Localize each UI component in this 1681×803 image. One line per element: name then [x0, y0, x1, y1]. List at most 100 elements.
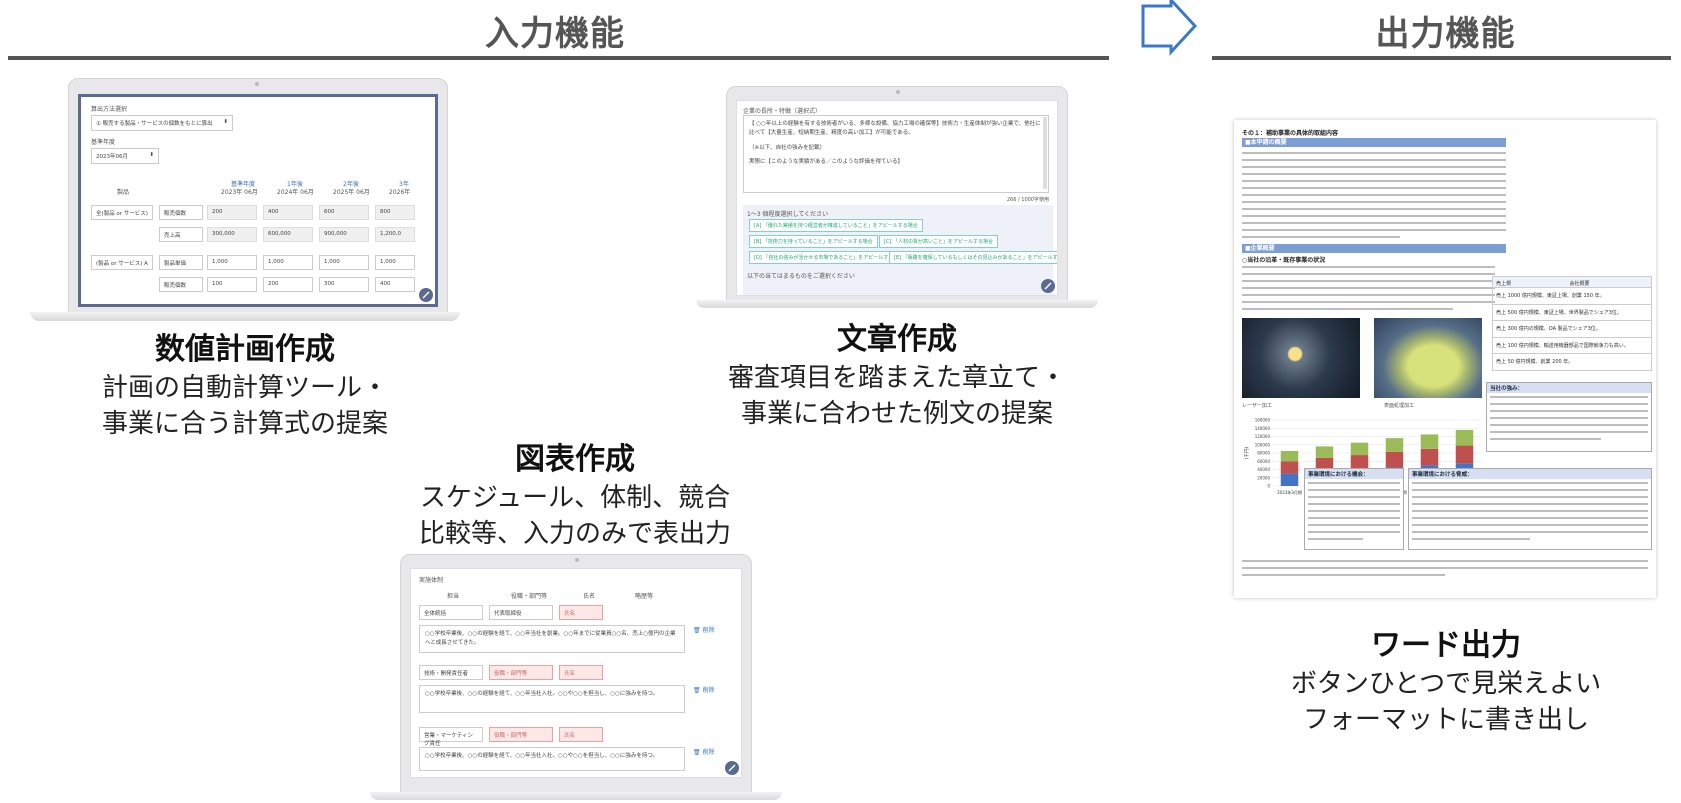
row0-val0[interactable]: 200: [207, 205, 257, 220]
row2-val1[interactable]: 1,000: [263, 255, 313, 270]
method-label: 算出方法選択: [91, 106, 128, 113]
chart-creation-desc-2: 比較等、入力のみで表出力: [418, 519, 731, 549]
row3-val1[interactable]: 200: [263, 277, 313, 292]
strength-heading: 当社の強み：: [1487, 383, 1651, 393]
row0-metric: 販売個数: [159, 205, 203, 220]
row0-name-input[interactable]: 氏名: [559, 605, 603, 620]
chart-creation-title: 図表作成: [515, 442, 635, 477]
opportunity-heading: 事業環境における機会：: [1305, 469, 1403, 479]
row2-name-input[interactable]: 氏名: [559, 727, 603, 742]
bar-segment: [1280, 473, 1299, 486]
col-pos: 役職・部門等: [511, 593, 548, 600]
zoom-icon[interactable]: [1041, 279, 1055, 293]
text-body-2: （※以下、自社の強みを記載）: [749, 144, 826, 151]
y-tick-label: 0: [1267, 484, 1270, 489]
zoom-icon[interactable]: [725, 761, 739, 775]
word-document-preview: その１：補助事業の具体的取組内容 ■本申請の概要 ■企業概要 ○当社の沿革・既存…: [1234, 120, 1656, 598]
row1-pos-input[interactable]: 役職・部門等: [489, 665, 553, 680]
row1-delete-button[interactable]: 🗑 削除: [693, 685, 715, 694]
row0-delete-button[interactable]: 🗑 削除: [693, 625, 715, 634]
year-select[interactable]: 2023年06月 ⬍: [91, 148, 159, 164]
right-arrow-icon: [1141, 0, 1198, 56]
row0-val3[interactable]: 800: [375, 205, 415, 220]
row1-val0: 300,000: [207, 227, 257, 242]
choice-chip-c[interactable]: [C] 「人材の質が高いこと」をアピールする場合: [879, 235, 998, 248]
choice-chip-a[interactable]: [A] 「優れた実績を持つ経営者が推進していること」をアピールする場合: [749, 219, 923, 232]
row0-name[interactable]: 全(製品 or サービス): [91, 205, 153, 220]
row2-val2[interactable]: 1,000: [319, 255, 369, 270]
company-table: 売上規 会社概要 売上 1000 億円規模、東証上場、創業 150 年。 売上 5…: [1492, 276, 1652, 371]
choose-label: 1〜3 個程度選択してください: [747, 211, 829, 218]
choice-chip-e[interactable]: [E] 「販路を確保しているもしくはその見込みがあること」をアピールする場合: [889, 251, 1057, 264]
row0-pos[interactable]: 代表取締役: [489, 605, 553, 620]
col-year-0: 2023年 06月: [221, 189, 258, 196]
output-divider: [1212, 56, 1671, 60]
method-select[interactable]: ① 販売する製品・サービスの個数をもとに算出 ⬍: [91, 115, 233, 131]
threat-lines: [1412, 482, 1648, 540]
row2-name[interactable]: (製品 or サービス) A: [91, 255, 153, 270]
chart-creation-desc-1: スケジュール、体制、競合: [419, 483, 731, 513]
char-counter: 266 / 1000字使用: [1006, 197, 1049, 203]
text-writing-desc-2: 事業に合わせた例文の提案: [740, 399, 1053, 429]
row3-val3[interactable]: 400: [375, 277, 415, 292]
col-bio: 略歴等: [635, 593, 654, 600]
row3-val2[interactable]: 300: [319, 277, 369, 292]
row1-val2: 900,000: [319, 227, 369, 242]
row1-metric: 売上高: [159, 227, 203, 242]
row0-val2[interactable]: 600: [319, 205, 369, 220]
word-output-feature: ワード出力 ボタンひとつで見栄えよい フォーマットに書き出し: [1236, 626, 1656, 738]
row1-bio[interactable]: ○○学校卒業後、○○の経験を経て、○○年当社入社。○○や○○を担当し、○○に強み…: [419, 685, 685, 713]
input-section-title: 入力機能: [485, 14, 625, 54]
row0-bio[interactable]: ○○学校卒業後、○○の経験を経て、○○年当社を創業。○○年までに従業員○○名、売…: [419, 625, 685, 653]
row3-val0[interactable]: 100: [207, 277, 257, 292]
delete-label: 削除: [702, 687, 715, 694]
row2-pos-input[interactable]: 役職・部門等: [489, 727, 553, 742]
bar-segment: [1455, 429, 1474, 446]
bar-segment: [1420, 448, 1439, 466]
row2-val0[interactable]: 1,000: [207, 255, 257, 270]
structure-heading: 実施体制: [419, 577, 444, 584]
doc-body-3: [1242, 560, 1648, 581]
text-writing-desc-1: 審査項目を踏まえた章立て・: [727, 363, 1066, 393]
row2-delete-button[interactable]: 🗑 削除: [693, 747, 715, 756]
row2-val3[interactable]: 1,000: [375, 255, 415, 270]
bar-segment: [1455, 445, 1474, 464]
row2-bio[interactable]: ○○学校卒業後、○○の経験を経て、○○年当社入社。○○や○○を担当し、○○に強み…: [419, 747, 685, 771]
doc-body-2: [1242, 266, 1506, 315]
table-row: 売上 300 億円の規模、OA 製品でシェア3位。: [1492, 321, 1652, 338]
threat-heading: 事業環境における脅威：: [1409, 469, 1651, 479]
y-tick-label: 20000: [1257, 475, 1270, 480]
row0-role[interactable]: 全体統括: [419, 605, 483, 620]
y-tick-label: 140000: [1255, 426, 1271, 431]
text-body-3: 実際に【このような実績がある／このような評価を得ている】: [749, 159, 904, 166]
row2-metric: 製品単価: [159, 255, 203, 270]
text-heading: 企業の長所・特徴（選択式）: [743, 108, 822, 115]
editor-scrollbar[interactable]: [1043, 117, 1047, 189]
word-output-title: ワード出力: [1371, 628, 1521, 663]
text-editor[interactable]: 【 ○○年以上の経験を有する技術者がいる、多様な設備、協力工場の確保等】技術力・…: [743, 115, 1049, 193]
footer-label: 以下の当てはまるものをご選択ください: [747, 273, 855, 280]
bar-segment: [1420, 434, 1439, 449]
choice-chip-d[interactable]: [D] 「自社の強みが活かせる市場であること」をアピールする場合: [749, 251, 909, 264]
doc-section-2: ■企業概要: [1242, 244, 1506, 253]
chart-creation-laptop: 実施体制 担当 役職・部門等 氏名 略歴等 全体統括 代表取締役 氏名 ○○学校…: [370, 554, 782, 803]
word-output-desc-2: フォーマットに書き出し: [1302, 705, 1589, 735]
y-tick-label: 120000: [1255, 434, 1271, 439]
row1-name-input[interactable]: 氏名: [559, 665, 603, 680]
text-writing-laptop: 企業の長所・特徴（選択式） 【 ○○年以上の経験を有する技術者がいる、多様な設備…: [696, 86, 1098, 316]
text-writing-title: 文章作成: [837, 322, 957, 357]
table-head: 会社概要: [1569, 281, 1590, 287]
delete-label: 削除: [702, 749, 715, 756]
threat-box: 事業環境における脅威：: [1408, 468, 1652, 550]
numeric-plan-title: 数値計画作成: [155, 332, 335, 367]
table-row: 売上 1000 億円規模、東証上場、創業 150 年。: [1492, 288, 1652, 305]
doc-body-1: [1242, 152, 1506, 243]
choice-panel: 1〜3 個程度選択してください [A] 「優れた実績を持つ経営者が推進しているこ…: [743, 205, 1057, 295]
choice-chip-b[interactable]: [B] 「技術力を持っていること」をアピールする場合: [749, 235, 878, 248]
row2-role[interactable]: 営業・マーケティング責任: [419, 727, 483, 747]
row0-val1[interactable]: 400: [263, 205, 313, 220]
row1-role[interactable]: 技術・開発責任者: [419, 665, 483, 680]
zoom-icon[interactable]: [419, 288, 433, 302]
numeric-plan-desc-1: 計画の自動計算ツール・: [101, 373, 388, 403]
bar-segment: [1385, 451, 1404, 468]
